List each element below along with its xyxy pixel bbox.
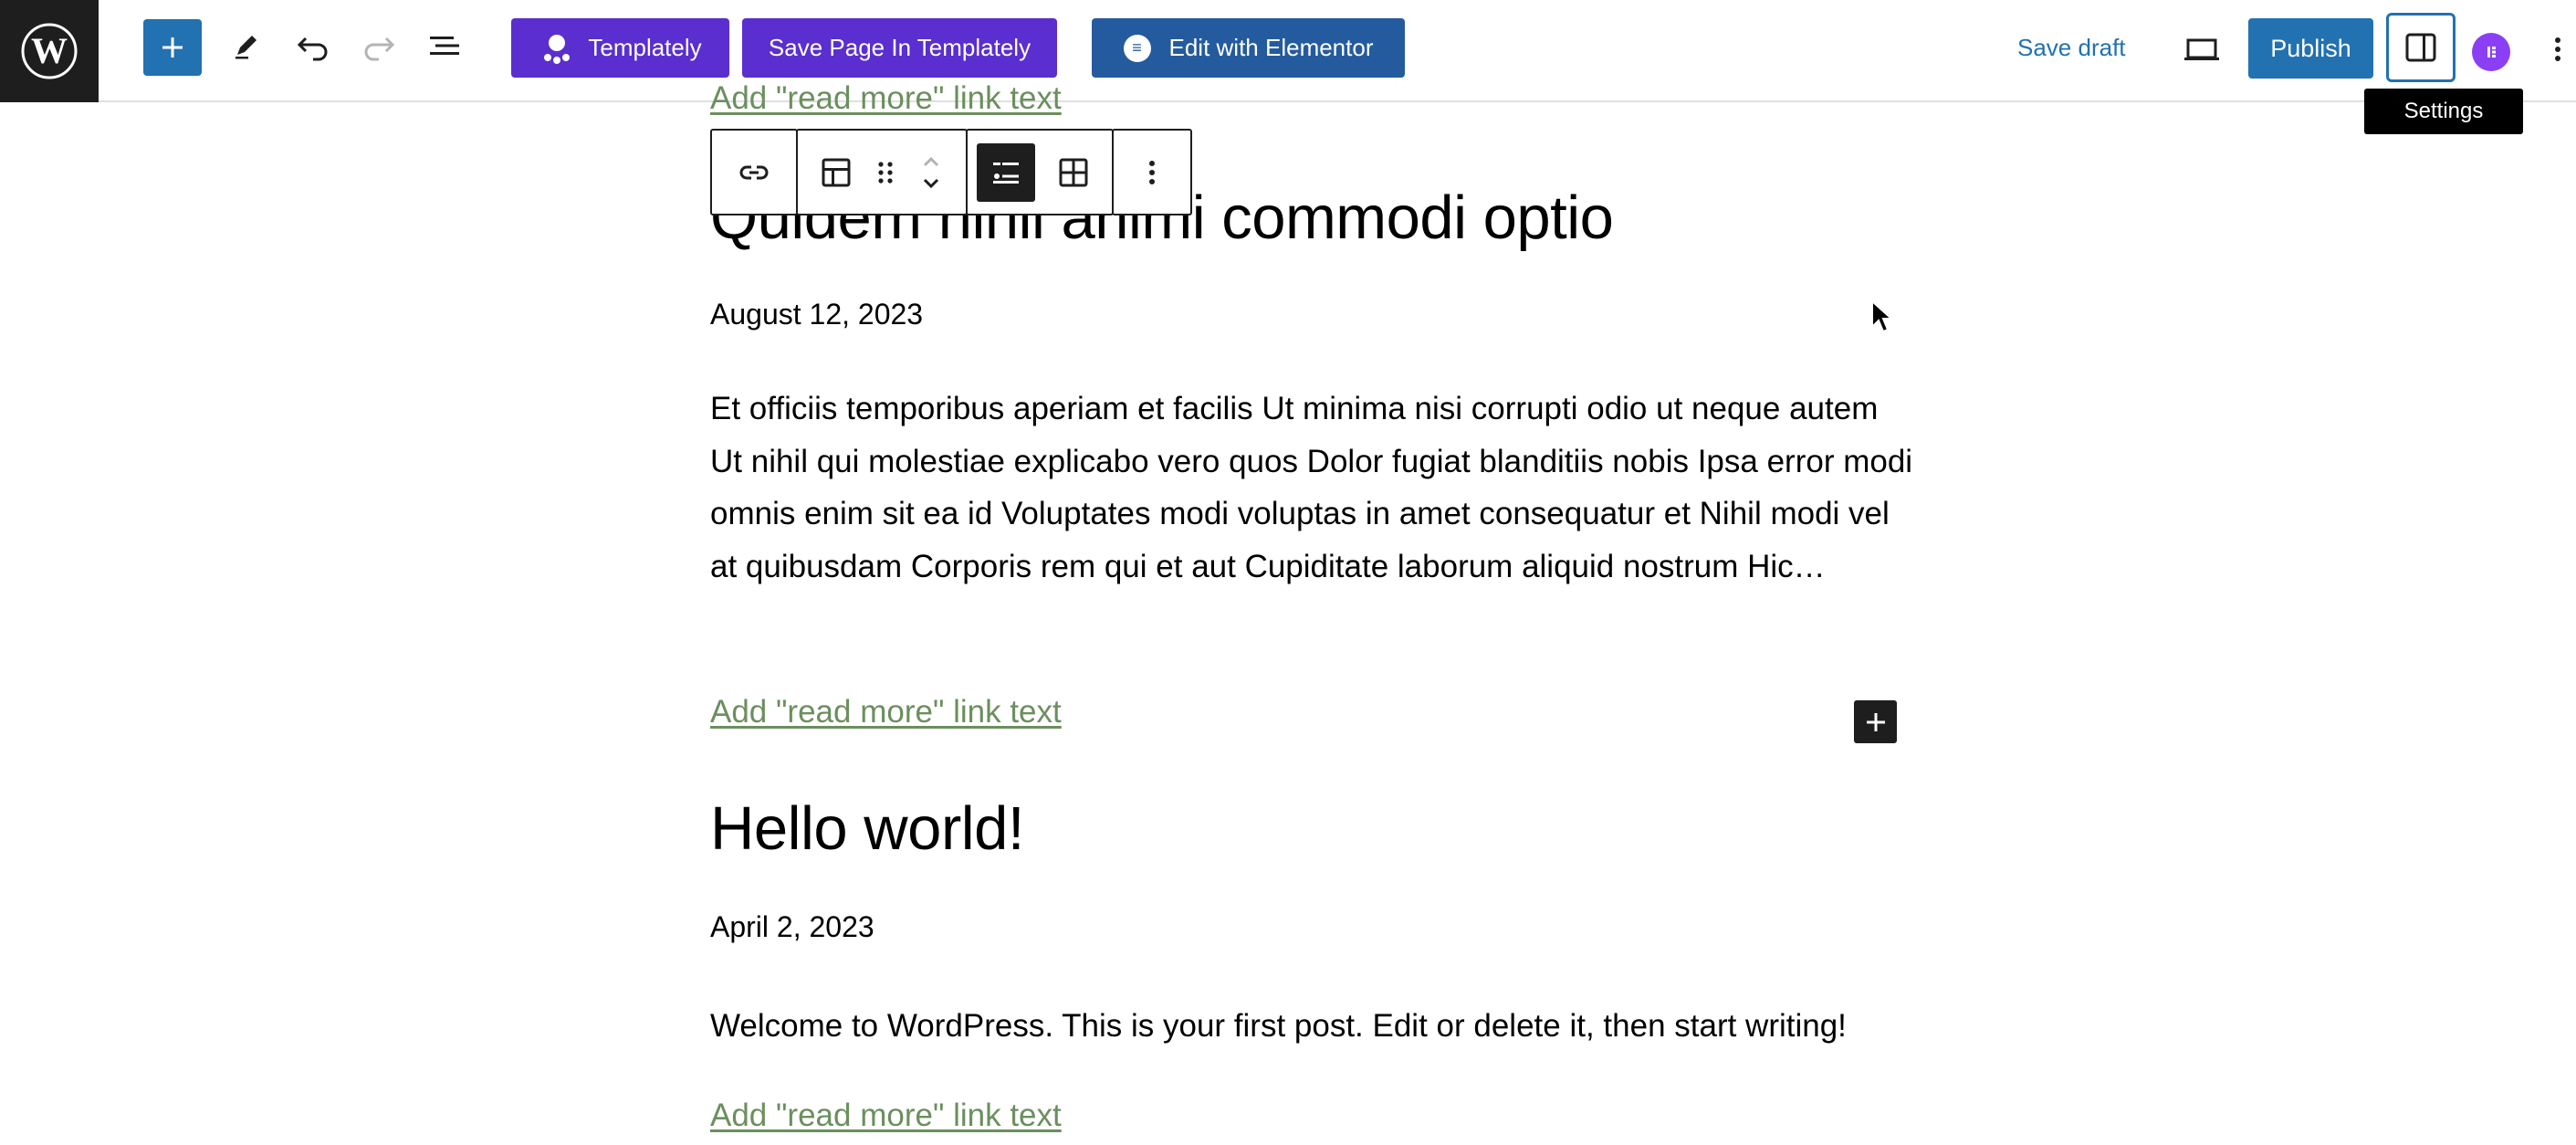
preview-button[interactable] [2173,20,2231,79]
move-up-icon[interactable] [918,151,944,173]
post-date: August 12, 2023 [710,298,924,331]
plus-icon [162,37,183,58]
settings-tooltip: Settings [2364,89,2523,134]
undo-button[interactable] [284,16,342,75]
grid-view-icon [1059,158,1088,186]
pencil-icon [236,36,257,59]
layout-icon [822,158,851,186]
list-view-icon [430,37,459,55]
read-more-link[interactable]: Add "read more" link text [710,694,1062,730]
mouse-cursor-icon [1870,299,1894,339]
wordpress-logo-icon[interactable]: W [0,0,99,102]
block-toolbar-main-group [796,129,968,215]
post-excerpt[interactable]: Et officiis temporibus aperiam et facili… [710,383,1915,593]
options-button[interactable] [2541,20,2574,79]
templately-logo-icon [544,34,571,64]
save-in-templately-button[interactable]: Save Page In Templately [742,18,1057,78]
vertical-ellipsis-icon [2555,37,2560,61]
add-block-button[interactable] [1854,700,1897,743]
drag-handle-icon [878,161,893,184]
query-loop-button[interactable] [807,143,865,202]
laptop-icon [2184,38,2219,60]
templately-button[interactable]: Templately [511,18,729,78]
block-toolbar-view-group [966,129,1114,215]
redo-button[interactable] [350,16,408,75]
more-options-icon [1149,160,1155,184]
read-more-link[interactable]: Add "read more" link text [710,1098,1062,1134]
block-inserter-button[interactable] [143,19,202,76]
list-view-active-icon [993,162,1019,184]
block-toolbar-options-group [1112,129,1192,215]
editor-header: W Templately Save Page In Templately ≡ E… [0,0,2576,102]
drag-handle[interactable] [865,143,906,202]
save-draft-button[interactable]: Save draft [2017,27,2126,68]
sidebar-icon [2405,33,2436,62]
post-title[interactable]: Hello world! [710,793,1025,864]
plus-icon [1866,712,1885,731]
templately-label: Templately [588,34,702,61]
link-icon [739,165,769,179]
elementor-label: Edit with Elementor [1168,34,1374,61]
list-view-button[interactable] [415,16,474,75]
move-buttons [906,143,957,202]
move-down-icon[interactable] [918,173,944,194]
block-toolbar-link-group [710,129,798,215]
post-date: April 2, 2023 [710,910,874,943]
block-toolbar [710,129,1192,215]
save-in-templately-label: Save Page In Templately [768,34,1031,61]
redo-icon [364,37,395,61]
more-options-button[interactable] [1123,143,1181,202]
undo-icon [297,37,328,61]
elementor-logo-icon: ≡ [1123,34,1151,62]
read-more-link-top[interactable]: Add "read more" link text [710,80,1062,117]
tools-button[interactable] [217,16,276,75]
settings-button[interactable] [2386,13,2456,82]
elementor-avatar-icon[interactable] [2472,33,2510,71]
svg-text:W: W [31,30,68,71]
grid-view-toggle[interactable] [1044,143,1103,202]
list-view-toggle[interactable] [977,142,1035,202]
edit-with-elementor-button[interactable]: ≡ Edit with Elementor [1092,18,1405,78]
post-excerpt[interactable]: Welcome to WordPress. This is your first… [710,1000,1915,1053]
publish-button[interactable]: Publish [2248,18,2373,79]
link-button[interactable] [725,143,783,202]
